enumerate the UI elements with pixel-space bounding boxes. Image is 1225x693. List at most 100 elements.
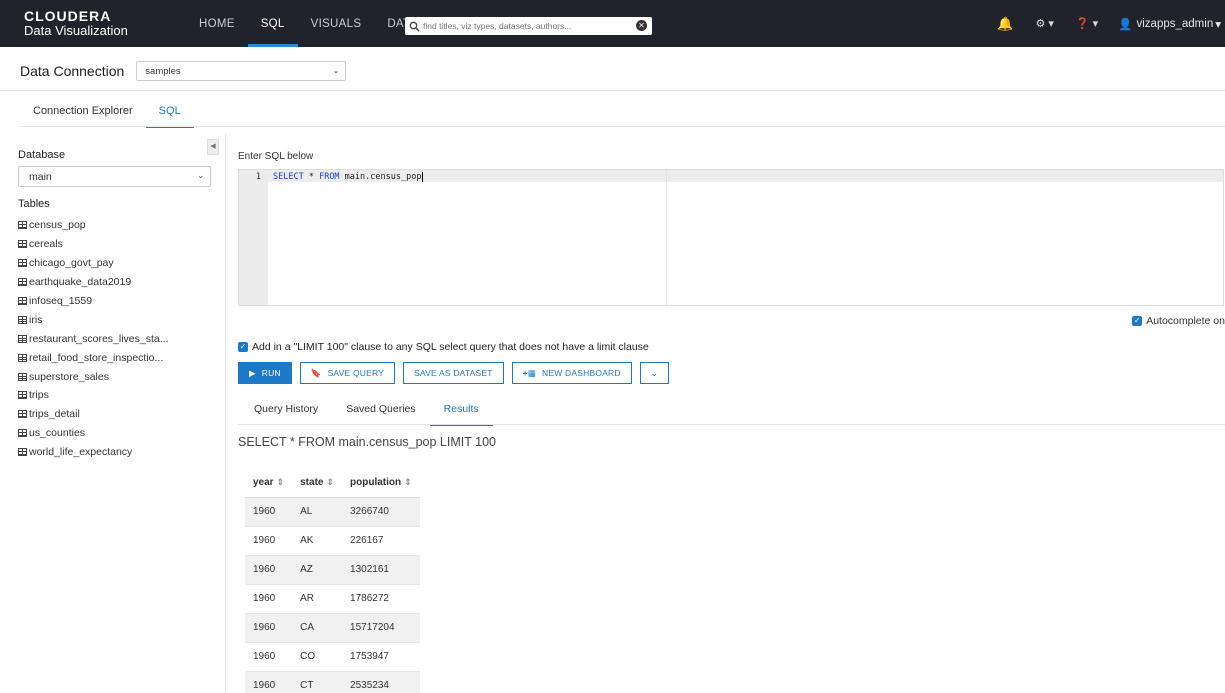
table-item-census-pop[interactable]: census_pop xyxy=(18,216,168,235)
cell-year: 1960 xyxy=(245,584,293,614)
cell-year: 1960 xyxy=(245,671,293,693)
table-name: restaurant_scores_lives_sta... xyxy=(29,332,169,345)
brand-logo[interactable]: CLOUDERA Data Visualization xyxy=(24,9,128,37)
sql-editor-label: Enter SQL below xyxy=(238,151,314,162)
chevron-down-icon: ⌄ xyxy=(650,367,659,378)
table-item-earthquake-data2019[interactable]: earthquake_data2019 xyxy=(18,273,168,292)
sql-keyword-select: SELECT xyxy=(273,172,304,182)
tab-saved-queries[interactable]: Saved Queries xyxy=(332,398,429,426)
sort-icon: ⇕ xyxy=(326,476,335,487)
notification-bell-icon[interactable]: 🔔 xyxy=(997,16,1013,32)
checkbox-checked-icon[interactable]: ✓ xyxy=(1132,316,1143,326)
action-buttons: ▶ RUN 🔖 SAVE QUERY SAVE AS DATASET +▦ NEW D… xyxy=(238,362,677,384)
cell-state: CT xyxy=(292,671,343,693)
sql-code-line: SELECT * FROM main.census_pop xyxy=(273,172,424,182)
checkbox-checked-icon[interactable]: ✓ xyxy=(238,342,248,352)
tab-connection-explorer[interactable]: Connection Explorer xyxy=(20,100,146,128)
tab-results[interactable]: Results xyxy=(429,398,493,426)
line-number: 1 xyxy=(255,172,261,182)
table-item-world-life-expectancy[interactable]: world_life_expectancy xyxy=(18,443,168,462)
cell-state: CO xyxy=(292,642,343,672)
nav-sql[interactable]: SQL xyxy=(247,0,298,47)
print-margin xyxy=(666,170,667,305)
table-icon xyxy=(18,240,27,249)
table-item-chicago-govt-pay[interactable]: chicago_govt_pay xyxy=(18,254,168,273)
autocomplete-toggle[interactable]: ✓ Autocomplete on xyxy=(1132,315,1225,327)
brand-subtitle: Data Visualization xyxy=(24,22,128,38)
column-header-population[interactable]: population ⇕ xyxy=(342,468,420,498)
save-query-button[interactable]: 🔖 SAVE QUERY xyxy=(299,362,396,384)
database-label: Database xyxy=(18,149,66,161)
run-label: RUN xyxy=(261,368,281,378)
divider xyxy=(238,424,1225,425)
clear-search-icon[interactable]: ✕ xyxy=(636,20,647,31)
table-row: 1960 AK 226167 xyxy=(245,526,420,556)
nav-visuals[interactable]: VISUALS xyxy=(298,0,375,47)
nav-home[interactable]: HOME xyxy=(186,0,248,47)
table-name: us_counties xyxy=(29,427,86,440)
help-icon[interactable]: ❓ ▾ xyxy=(1076,17,1098,30)
divider xyxy=(20,126,1225,127)
new-dashboard-button[interactable]: +▦ NEW DASHBOARD xyxy=(511,362,632,384)
top-navbar: CLOUDERA Data Visualization HOME SQL VIS… xyxy=(0,0,1225,47)
data-connection-title: Data Connection xyxy=(20,63,125,79)
table-item-trips[interactable]: trips xyxy=(18,386,168,405)
cell-year: 1960 xyxy=(245,642,293,672)
new-dashboard-label: NEW DASHBOARD xyxy=(542,368,621,378)
table-item-infoseq-1559[interactable]: infoseq_1559 xyxy=(18,292,168,311)
table-item-iris[interactable]: iris xyxy=(18,310,168,329)
collapse-sidebar-icon[interactable]: ◀ xyxy=(207,139,219,155)
table-icon xyxy=(18,372,27,381)
cell-state: CA xyxy=(292,613,343,643)
search-input[interactable] xyxy=(423,21,633,31)
table-item-cereals[interactable]: cereals xyxy=(18,235,168,254)
table-icon xyxy=(18,391,27,400)
divider xyxy=(0,90,1225,91)
data-connection-value: samples xyxy=(145,65,181,77)
table-icon xyxy=(18,259,27,268)
result-tabs: Query History Saved Queries Results xyxy=(240,398,493,426)
table-item-retail-food-store[interactable]: retail_food_store_inspectio... xyxy=(18,348,168,367)
table-header-row: year ⇕ state ⇕ population ⇕ xyxy=(245,468,420,498)
table-icon xyxy=(18,410,27,419)
cell-state: AR xyxy=(292,584,343,614)
sort-icon: ⇕ xyxy=(276,476,285,487)
bookmark-icon: 🔖 xyxy=(310,367,322,378)
cell-population: 1753947 xyxy=(342,642,420,672)
cell-state: AZ xyxy=(292,555,343,585)
save-as-dataset-button[interactable]: SAVE AS DATASET xyxy=(403,362,504,384)
table-row: 1960 AL 3266740 xyxy=(245,497,420,527)
tab-sql[interactable]: SQL xyxy=(145,100,194,128)
table-item-trips-detail[interactable]: trips_detail xyxy=(18,405,168,424)
top-right-icons: 🔔 ⚙ ▾ ❓ ▾ 👤 vizapps_admin ▾ xyxy=(975,0,1225,47)
cell-year: 1960 xyxy=(245,555,293,585)
gear-icon[interactable]: ⚙ ▾ xyxy=(1035,17,1053,30)
data-connection-select[interactable]: samples ⌄ xyxy=(136,61,347,81)
table-icon xyxy=(18,353,27,362)
user-menu[interactable]: 👤 vizapps_admin ▾ xyxy=(1118,17,1221,31)
database-select[interactable]: main ⌄ xyxy=(18,166,211,187)
table-item-us-counties[interactable]: us_counties xyxy=(18,424,168,443)
sql-editor[interactable]: 1 SELECT * FROM main.census_pop xyxy=(238,169,1224,306)
column-header-year[interactable]: year ⇕ xyxy=(245,468,293,498)
table-name: infoseq_1559 xyxy=(29,295,93,307)
table-icon xyxy=(18,448,27,457)
main-tabs: Connection Explorer SQL xyxy=(20,100,194,128)
table-item-superstore-sales[interactable]: superstore_sales xyxy=(18,367,168,386)
column-header-state[interactable]: state ⇕ xyxy=(292,468,343,498)
tab-query-history[interactable]: Query History xyxy=(240,398,332,426)
more-options-button[interactable]: ⌄ xyxy=(639,362,670,384)
editor-gutter xyxy=(239,170,268,305)
chevron-down-icon: ▾ xyxy=(1215,18,1221,31)
column-label: year xyxy=(253,476,274,488)
text-cursor xyxy=(422,172,424,182)
run-button[interactable]: ▶ RUN xyxy=(238,362,292,384)
table-item-restaurant-scores[interactable]: restaurant_scores_lives_sta... xyxy=(18,329,168,348)
chevron-down-icon: ⌄ xyxy=(197,171,204,180)
cell-year: 1960 xyxy=(245,497,293,527)
sort-icon: ⇕ xyxy=(404,476,412,487)
table-icon xyxy=(18,429,27,438)
limit-clause-option[interactable]: ✓ Add in a "LIMIT 100" clause to any SQL… xyxy=(238,341,649,353)
sql-operator: * xyxy=(303,172,320,182)
table-name: retail_food_store_inspectio... xyxy=(29,351,164,364)
